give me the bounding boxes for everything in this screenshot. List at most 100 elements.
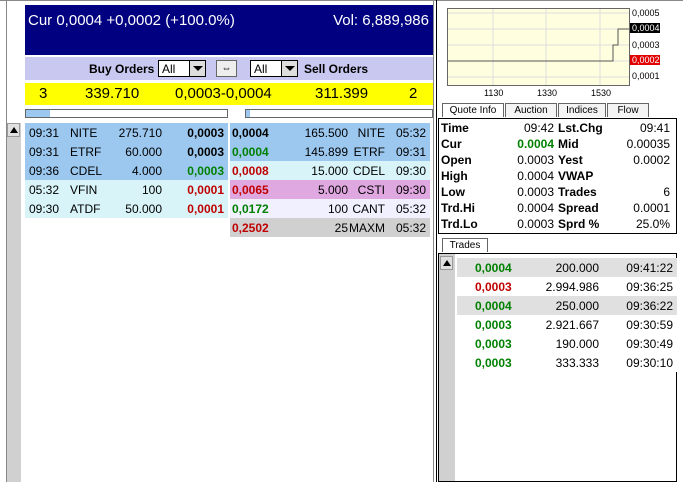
order-size: 100 <box>327 202 348 216</box>
price-chart-svg <box>448 9 629 85</box>
link-button[interactable]: ⇔ <box>216 60 237 77</box>
order-time: 05:32 <box>395 221 426 235</box>
trade-row[interactable]: 0,0004 200.000 09:41:22 <box>457 258 677 277</box>
panel-divider-inner <box>433 0 434 482</box>
trade-size: 2.921.667 <box>545 318 599 332</box>
market-maker: ATDF <box>70 202 101 216</box>
sell-order-row[interactable]: 0,0004 165.500 NITE 05:32 <box>230 123 430 142</box>
order-time: 09:30 <box>29 202 60 216</box>
market-maker: ETRF <box>70 145 102 159</box>
quote-label: Mid <box>558 137 579 151</box>
sell-volume: 311.399 <box>315 85 369 102</box>
quote-label: Trd.Lo <box>441 217 478 231</box>
quote-value: 25.0% <box>635 217 670 231</box>
sell-filter-select[interactable]: All <box>250 60 298 77</box>
buy-filter-select[interactable]: All <box>158 60 206 77</box>
tab-auction[interactable]: Auction <box>505 103 557 117</box>
quote-label: Trades <box>558 185 597 199</box>
y-axis: 0,0005 0,0004 0,0003 0,0002 0,0001 <box>630 8 680 86</box>
y-tick: 0,0003 <box>632 40 660 50</box>
order-time: 09:31 <box>29 145 60 159</box>
current-price-change: Cur 0,0004 +0,0002 (+100.0%) <box>28 12 235 29</box>
trade-row[interactable]: 0,0003 2.921.667 09:30:59 <box>457 315 677 334</box>
quote-label: Lst.Chg <box>558 121 603 135</box>
quote-row: Trd.Lo 0.0003 Sprd % 25.0% <box>439 215 676 231</box>
order-size: 50.000 <box>125 202 162 216</box>
quote-value: 6 <box>663 185 670 199</box>
market-maker: VFIN <box>70 183 98 197</box>
quote-row: Low 0.0003 Trades 6 <box>439 183 676 199</box>
order-price: 0,0003 <box>187 126 224 140</box>
tab-trades[interactable]: Trades <box>442 238 488 252</box>
sell-order-row[interactable]: 0,0004 145.899 ETRF 09:31 <box>230 142 430 161</box>
trade-row[interactable]: 0,0003 190.000 09:30:49 <box>457 334 677 353</box>
trades-scrollbar[interactable] <box>439 254 455 481</box>
buy-orders-label: Buy Orders <box>89 62 155 76</box>
sell-order-row[interactable]: 0,0008 15.000 CDEL 09:30 <box>230 161 430 180</box>
order-size: 100 <box>141 183 162 197</box>
buy-order-row[interactable]: 09:31 NITE 275.710 0,0003 <box>25 123 228 142</box>
buy-order-row[interactable]: 09:30 ATDF 50.000 0,0001 <box>25 199 228 218</box>
market-maker: CANT <box>352 202 385 216</box>
buy-order-row[interactable]: 09:36 CDEL 4.000 0,0003 <box>25 161 228 180</box>
order-price: 0,0008 <box>232 164 269 178</box>
quote-value: 0.0004 <box>517 201 554 215</box>
trade-time: 09:30:49 <box>626 337 673 351</box>
sell-order-row[interactable]: 0,0065 5.000 CSTI 09:30 <box>230 180 430 199</box>
order-price: 0,0065 <box>232 183 269 197</box>
market-maker: CDEL <box>70 164 103 178</box>
trade-size: 333.333 <box>555 356 599 370</box>
order-size: 275.710 <box>118 126 162 140</box>
tab-quote-info[interactable]: Quote Info <box>442 103 504 117</box>
order-size: 165.500 <box>304 126 348 140</box>
tab-flow[interactable]: Flow <box>607 103 649 117</box>
quote-label: High <box>441 169 468 183</box>
orders-scrollbar[interactable] <box>7 123 21 482</box>
order-size: 4.000 <box>131 164 162 178</box>
trade-size: 250.000 <box>555 299 599 313</box>
quote-info-panel: Time 09:42 Lst.Chg 09:41 Cur 0.0004 Mid 0.00035… <box>438 118 677 234</box>
sell-order-row[interactable]: 0,0172 100 CANT 05:32 <box>230 199 430 218</box>
x-tick: 1130 <box>484 88 504 98</box>
order-price: 0,0004 <box>232 145 269 159</box>
order-time: 09:31 <box>395 145 426 159</box>
sell-order-row[interactable]: 0,2502 25 MAXM 05:32 <box>230 218 430 237</box>
order-price: 0,0001 <box>187 183 224 197</box>
quote-label: Spread <box>558 201 599 215</box>
quote-header: Cur 0,0004 +0,0002 (+100.0%) Vol: 6,889,… <box>25 5 433 55</box>
quote-value: 0.00035 <box>626 137 670 151</box>
order-price: 0,0003 <box>187 145 224 159</box>
market-maker: NITE <box>357 126 385 140</box>
order-price: 0,0172 <box>232 202 269 216</box>
buy-order-row[interactable]: 09:31 ETRF 60.000 0,0003 <box>25 142 228 161</box>
trade-row[interactable]: 0,0003 2.994.986 09:36:25 <box>457 277 677 296</box>
trade-time: 09:36:25 <box>626 280 673 294</box>
scroll-up-icon[interactable] <box>440 256 453 270</box>
quote-row: Cur 0.0004 Mid 0.00035 <box>439 135 676 151</box>
trade-price: 0,0003 <box>475 318 512 332</box>
scroll-up-icon[interactable] <box>7 123 20 137</box>
order-price: 0,0003 <box>187 164 224 178</box>
buy-count: 3 <box>39 85 48 102</box>
buy-order-row[interactable]: 05:32 VFIN 100 0,0001 <box>25 180 228 199</box>
market-maker: CSTI <box>357 183 385 197</box>
quote-label: Low <box>441 185 465 199</box>
sell-depth-bar <box>245 109 433 118</box>
trade-price: 0,0004 <box>475 299 512 313</box>
tab-indices[interactable]: Indices <box>558 103 606 117</box>
market-maker: NITE <box>70 126 98 140</box>
order-size: 5.000 <box>317 183 348 197</box>
order-time: 05:32 <box>29 183 60 197</box>
trade-row[interactable]: 0,0004 250.000 09:36:22 <box>457 296 677 315</box>
sell-depth-fill <box>246 110 250 117</box>
order-size: 60.000 <box>125 145 162 159</box>
order-time: 05:32 <box>395 126 426 140</box>
sell-orders-label: Sell Orders <box>304 62 369 76</box>
trade-row[interactable]: 0,0003 333.333 09:30:10 <box>457 353 677 372</box>
trade-price: 0,0003 <box>475 356 512 370</box>
trade-time: 09:30:59 <box>626 318 673 332</box>
quote-label: VWAP <box>558 169 594 183</box>
order-size: 25 <box>334 221 348 235</box>
order-time: 09:31 <box>29 126 60 140</box>
x-tick: 1330 <box>537 88 558 98</box>
